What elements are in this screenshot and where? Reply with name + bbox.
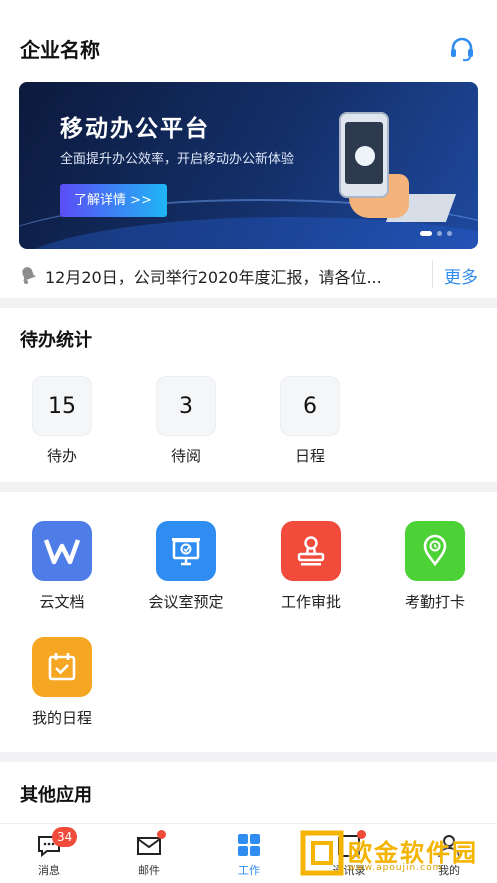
learn-more-button[interactable]: 了解详情 >> xyxy=(60,184,167,217)
tab-label: 工作 xyxy=(238,864,260,877)
bell-icon xyxy=(22,267,37,284)
section-divider xyxy=(0,298,497,308)
todo-label: 待阅 xyxy=(170,447,201,465)
app-attendance[interactable]: 考勤打卡 xyxy=(380,521,490,612)
tab-label: 消息 xyxy=(38,864,60,877)
todo-stat-pending[interactable]: 15 待办 xyxy=(32,376,92,466)
phone-illustration xyxy=(339,112,389,198)
pagination-dot-active[interactable] xyxy=(420,231,432,236)
notice-bar[interactable]: 12月20日，公司举行2020年度汇报，请各位... 更多 xyxy=(0,256,497,292)
pagination-dot[interactable] xyxy=(447,231,452,236)
stamp-icon xyxy=(281,521,341,581)
app-label: 我的日程 xyxy=(31,709,92,727)
section-divider xyxy=(0,482,497,492)
app-label: 云文档 xyxy=(39,593,85,611)
tab-mail[interactable]: 邮件 xyxy=(114,824,184,878)
watermark-logo-icon xyxy=(300,830,344,876)
app-meeting-room[interactable]: 会议室预定 xyxy=(131,521,241,612)
app-header: 企业名称 xyxy=(0,0,497,80)
watermark-url: www.apoujin.com xyxy=(348,863,443,873)
todo-label: 待办 xyxy=(46,447,77,465)
notice-text[interactable]: 12月20日，公司举行2020年度汇报，请各位... xyxy=(45,264,382,288)
tab-work[interactable]: 工作 xyxy=(214,824,284,878)
unread-badge: 34 xyxy=(52,827,78,847)
app-cloud-docs[interactable]: 云文档 xyxy=(7,521,117,612)
todo-count: 6 xyxy=(280,376,340,436)
todo-label: 日程 xyxy=(294,447,325,465)
pagination-dot[interactable] xyxy=(437,231,442,236)
notice-more-link[interactable]: 更多 xyxy=(444,263,478,288)
banner-title: 移动办公平台 xyxy=(60,116,210,142)
todo-count: 3 xyxy=(156,376,216,436)
app-logo-icon xyxy=(355,146,375,166)
todo-stat-schedule[interactable]: 6 日程 xyxy=(280,376,340,466)
wps-icon xyxy=(32,521,92,581)
projector-icon xyxy=(156,521,216,581)
section-divider xyxy=(0,752,497,762)
tab-label: 邮件 xyxy=(138,864,160,877)
todo-section-title: 待办统计 xyxy=(20,330,92,351)
app-label: 工作审批 xyxy=(280,593,341,611)
tab-messages[interactable]: 34 消息 xyxy=(14,824,84,878)
todo-stat-to-read[interactable]: 3 待阅 xyxy=(156,376,216,466)
app-my-schedule[interactable]: 我的日程 xyxy=(7,637,117,728)
promo-banner[interactable]: 移动办公平台 全面提升办公效率，开启移动办公新体验 了解详情 >> xyxy=(19,82,478,249)
calendar-icon xyxy=(32,637,92,697)
company-name: 企业名称 xyxy=(20,38,100,62)
grid-icon xyxy=(238,834,260,856)
app-label: 考勤打卡 xyxy=(404,593,465,611)
notice-divider xyxy=(432,260,433,288)
other-apps-title: 其他应用 xyxy=(20,785,92,806)
location-pin-icon xyxy=(405,521,465,581)
banner-pagination[interactable] xyxy=(420,231,452,236)
app-approval[interactable]: 工作审批 xyxy=(256,521,366,612)
site-watermark: 欧金软件园 www.apoujin.com xyxy=(300,827,492,879)
app-label: 会议室预定 xyxy=(148,593,224,611)
new-mail-dot xyxy=(157,830,166,839)
banner-subtitle: 全面提升办公效率，开启移动办公新体验 xyxy=(60,152,295,167)
headset-icon[interactable] xyxy=(449,36,475,62)
todo-count: 15 xyxy=(32,376,92,436)
